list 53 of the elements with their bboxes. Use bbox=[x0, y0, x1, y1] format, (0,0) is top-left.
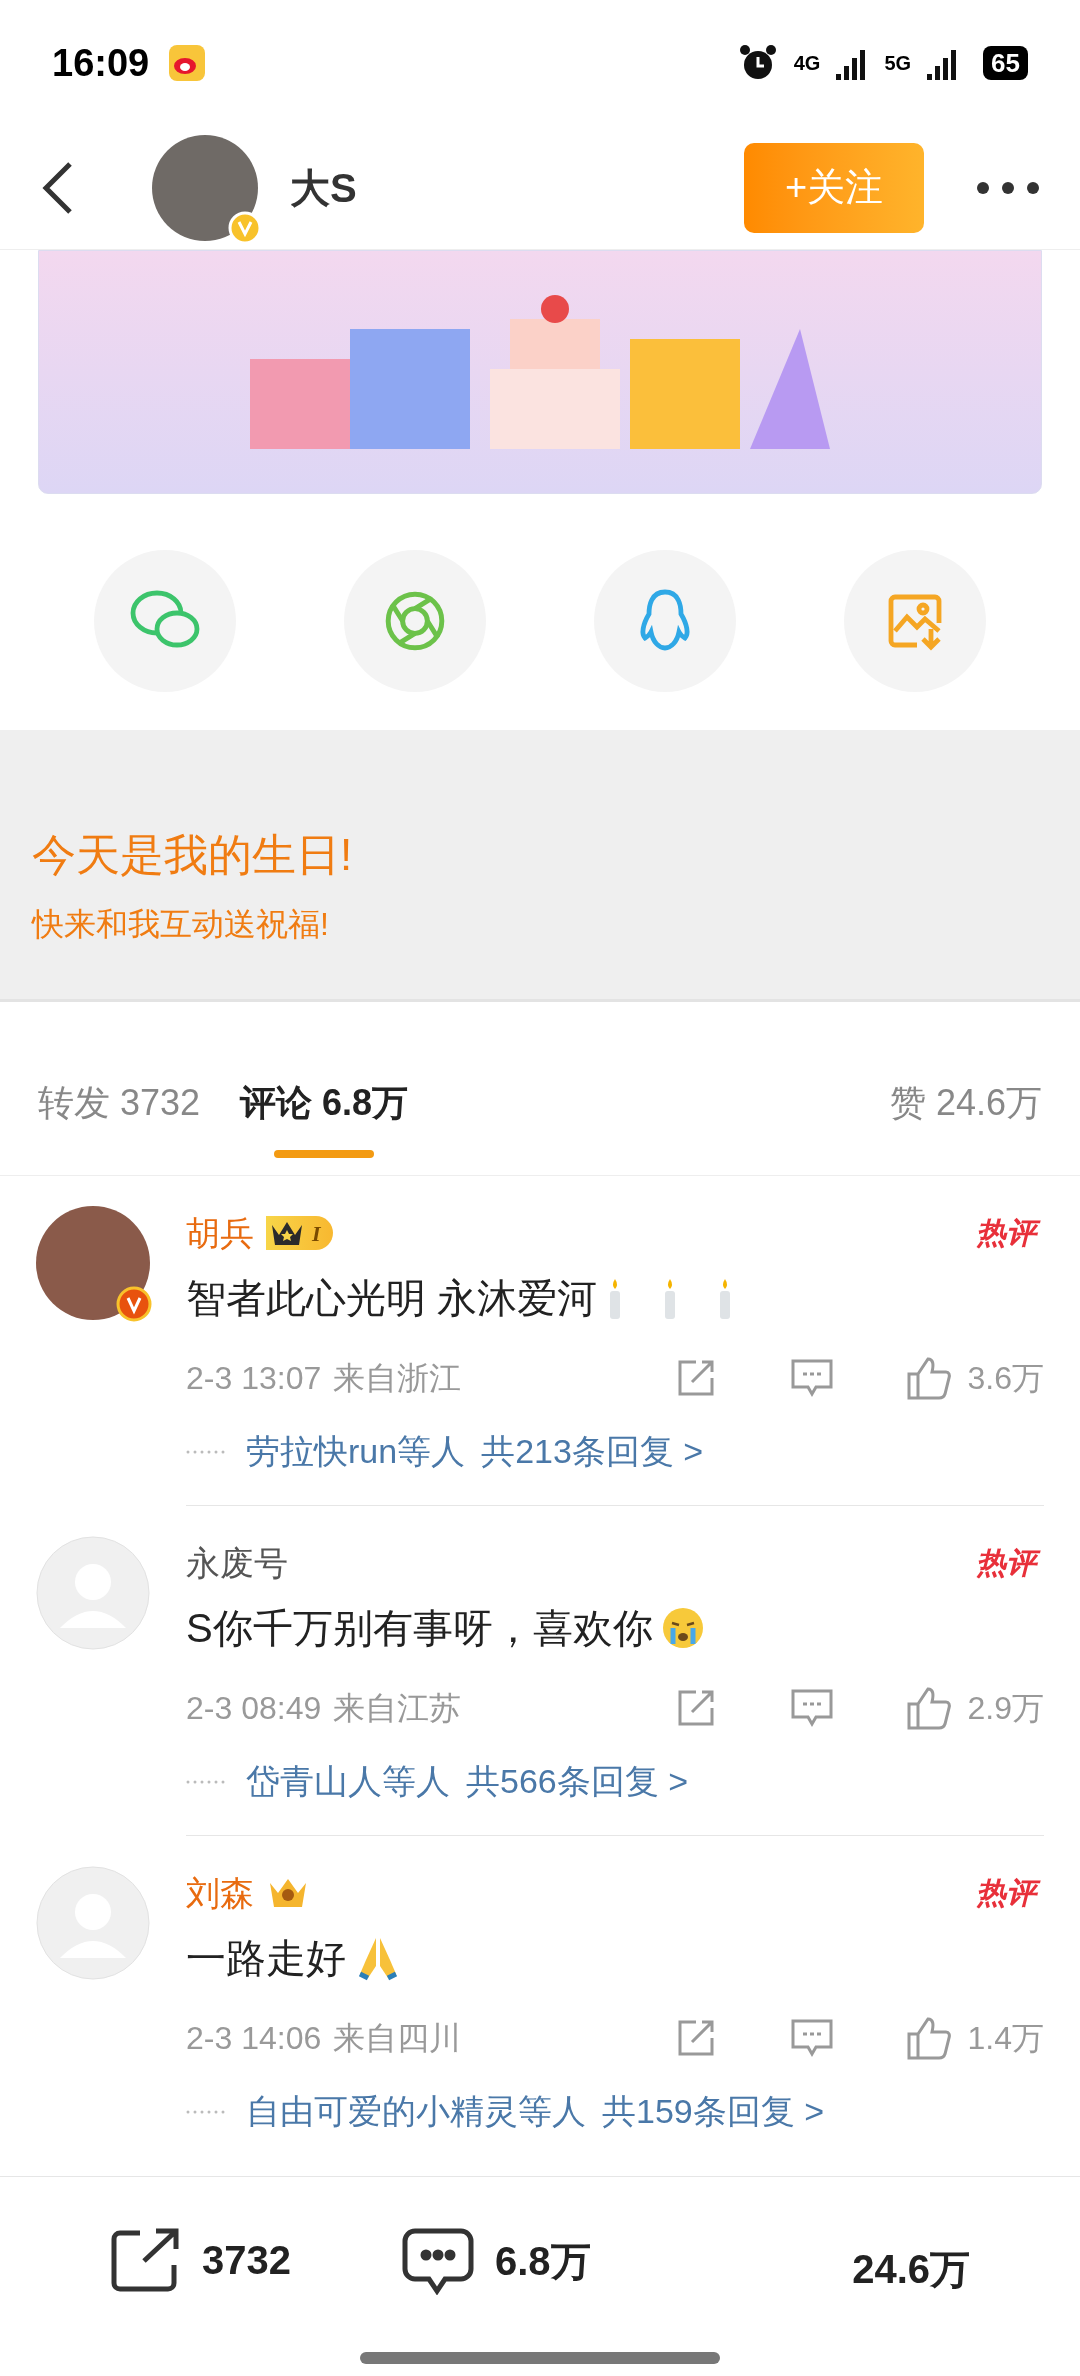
birthday-title: 今天是我的生日! bbox=[32, 828, 354, 881]
network-label: 5G bbox=[884, 51, 912, 76]
comment-text: S你千万别有事呀，喜欢你 bbox=[186, 1605, 653, 1652]
crying-face-icon bbox=[660, 1606, 705, 1650]
ellipsis-icon bbox=[186, 1448, 226, 1455]
ellipsis-icon bbox=[186, 2108, 226, 2115]
like-icon[interactable] bbox=[905, 2016, 952, 2060]
comment-text: 一路走好 bbox=[186, 1935, 346, 1982]
hot-comment-label: 热评 bbox=[968, 1212, 1044, 1254]
comment-location: 来自浙江 bbox=[333, 1359, 462, 1398]
verified-badge-icon bbox=[116, 1286, 152, 1322]
like-icon[interactable] bbox=[905, 1686, 952, 1730]
reply-names-link[interactable]: 岱青山人等人 bbox=[246, 1756, 450, 1807]
commenter-name[interactable]: 刘森 bbox=[186, 1867, 254, 1919]
reply-count-link[interactable]: 共566条回复 > bbox=[466, 1756, 689, 1807]
comment-icon[interactable] bbox=[789, 2018, 834, 2058]
network-label: 4G bbox=[793, 51, 821, 76]
repost-button[interactable]: 3732 bbox=[110, 2227, 291, 2293]
like-count: 3.6万 bbox=[967, 1359, 1044, 1398]
reply-count-link[interactable]: 共213条回复 > bbox=[481, 1426, 704, 1477]
reply-count-link[interactable]: 共159条回复 > bbox=[602, 2086, 825, 2137]
comment-icon[interactable] bbox=[789, 1358, 834, 1398]
comment-tab[interactable]: 评论 6.8万 bbox=[240, 1036, 409, 1158]
comment-location: 来自江苏 bbox=[333, 1689, 462, 1728]
more-icon[interactable] bbox=[976, 180, 1040, 195]
battery-indicator: 65 bbox=[983, 46, 1028, 80]
comment-time: 2-3 14:06 bbox=[186, 2019, 322, 2058]
reply-names-link[interactable]: 自由可爱的小精灵等人 bbox=[246, 2086, 586, 2137]
comments-button[interactable]: 6.8万 bbox=[401, 2227, 591, 2295]
comment-icon bbox=[401, 2227, 475, 2295]
like-icon[interactable] bbox=[905, 1356, 952, 1400]
crown-level-badge: I bbox=[266, 1216, 333, 1250]
likes-button[interactable]: 24.6万 bbox=[852, 2239, 970, 2299]
reply-names-link[interactable]: 劳拉快run等人 bbox=[246, 1426, 466, 1477]
ellipsis-icon bbox=[186, 1778, 226, 1785]
status-time: 16:09 bbox=[52, 40, 150, 86]
like-count: 2.9万 bbox=[967, 1689, 1044, 1728]
commenter-name[interactable]: 永废号 bbox=[186, 1537, 288, 1589]
comment-location: 来自四川 bbox=[333, 2019, 462, 2058]
birthday-subtitle: 快来和我互动送祝福! bbox=[32, 904, 330, 944]
app-notification-icon bbox=[169, 45, 206, 81]
comment-tab[interactable]: 赞 24.6万 bbox=[889, 1036, 1042, 1158]
commenter-name[interactable]: 胡兵 bbox=[186, 1207, 254, 1259]
comment-tab[interactable]: 转发 3732 bbox=[38, 1036, 201, 1158]
like-count: 1.4万 bbox=[967, 2019, 1044, 2058]
comment-icon[interactable] bbox=[789, 1688, 834, 1728]
comment-time: 2-3 08:49 bbox=[186, 1689, 322, 1728]
comment-time: 2-3 13:07 bbox=[186, 1359, 322, 1398]
hot-comment-label: 热评 bbox=[968, 1872, 1044, 1914]
user-name: 大S bbox=[290, 164, 357, 212]
comment-text: 智者此心光明 永沐爱河 bbox=[186, 1275, 598, 1322]
repost-icon bbox=[110, 2227, 182, 2293]
hot-comment-label: 热评 bbox=[968, 1542, 1044, 1584]
